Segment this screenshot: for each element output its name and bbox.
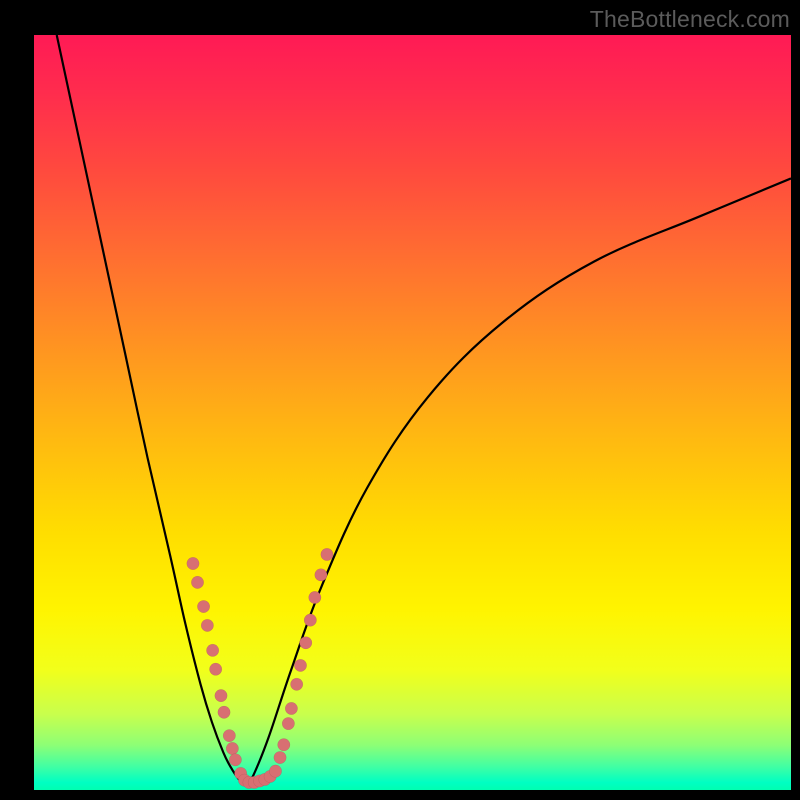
bead-marker (226, 742, 238, 754)
bead-marker (229, 754, 241, 766)
bead-marker (290, 678, 302, 690)
bead-marker (274, 751, 286, 763)
bead-marker (223, 729, 235, 741)
bead-marker (278, 739, 290, 751)
bead-marker (282, 717, 294, 729)
bead-marker (285, 702, 297, 714)
bead-marker (309, 591, 321, 603)
right-branch-path (246, 178, 791, 786)
bead-marker (294, 659, 306, 671)
bead-marker (300, 637, 312, 649)
chart-frame: TheBottleneck.com (0, 0, 800, 800)
bead-marker (218, 706, 230, 718)
bead-marker (191, 576, 203, 588)
curve-svg (34, 35, 791, 790)
bead-marker (197, 600, 209, 612)
bead-marker (209, 663, 221, 675)
bead-marker (304, 614, 316, 626)
plot-area (34, 35, 791, 790)
bead-marker (321, 548, 333, 560)
bead-marker (201, 619, 213, 631)
watermark-text: TheBottleneck.com (590, 6, 790, 33)
bead-marker (206, 644, 218, 656)
bead-marker (269, 765, 281, 777)
bead-marker (215, 689, 227, 701)
bead-marker (187, 557, 199, 569)
bead-markers (187, 548, 333, 788)
bead-marker (315, 569, 327, 581)
